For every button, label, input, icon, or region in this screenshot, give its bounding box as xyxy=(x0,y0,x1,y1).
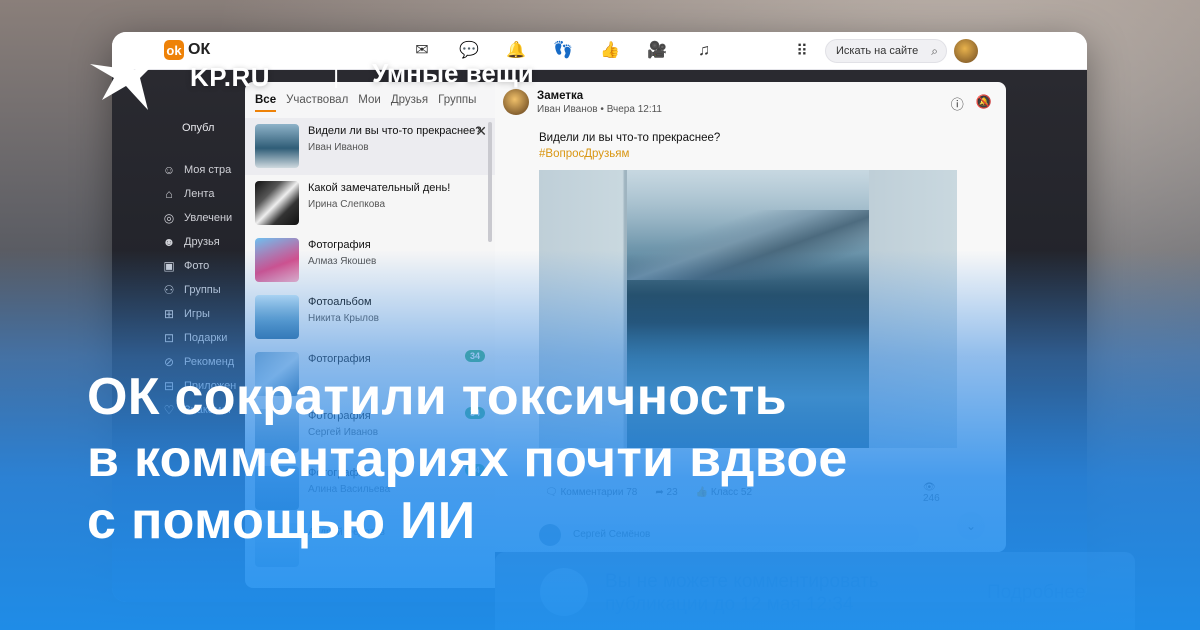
sidebar-item-friends[interactable]: ☻ Друзья xyxy=(162,230,242,254)
headline-line-2: в комментариях почти вдвое xyxy=(87,430,848,488)
notification-thumbnail xyxy=(255,124,299,168)
note-text: Видели ли вы что-то прекраснее? xyxy=(539,132,721,144)
sidebar-item-label: Фото xyxy=(184,260,210,272)
like-icon[interactable]: 👍 xyxy=(600,41,620,61)
hobby-icon: ◎ xyxy=(163,211,175,225)
comment-restriction-message: Вы не можете комментировать публикации д… xyxy=(605,571,879,615)
sidebar-item-label: Увлечени xyxy=(184,212,233,224)
sidebar-item-gifts[interactable]: ⊡ Подарки xyxy=(162,326,242,350)
search-input[interactable]: Искать на сайте ⌕ xyxy=(825,39,947,63)
note-author[interactable]: Иван Иванов xyxy=(537,104,598,115)
tab-all[interactable]: Все xyxy=(255,94,277,112)
ok-logo[interactable]: ok ОК xyxy=(164,40,210,60)
guests-icon[interactable]: 👣 xyxy=(553,41,573,61)
note-time: Вчера 12:11 xyxy=(606,104,662,115)
gift-icon: ⊡ xyxy=(163,331,175,345)
ok-logo-icon: ok xyxy=(164,40,184,60)
notification-title: Какой замечательный день! xyxy=(308,182,451,194)
notification-item[interactable]: Фотоальбом Никита Крылов xyxy=(245,289,495,346)
sidebar-item-label: Лента xyxy=(184,188,215,200)
sidebar-item-hobbies[interactable]: ◎ Увлечени xyxy=(162,206,242,230)
article-headline: ОК сократили токсичность в комментариях … xyxy=(87,366,987,552)
music-icon[interactable]: ♫ xyxy=(694,41,714,61)
count-badge: 34 xyxy=(464,350,485,362)
brand-separator: | xyxy=(333,62,340,89)
sidebar-item-label: Игры xyxy=(184,308,210,320)
notification-title: Фотография xyxy=(308,353,371,365)
headline-line-3: с помощью ИИ xyxy=(87,492,476,550)
friends-icon: ☻ xyxy=(162,235,176,249)
sidebar-item-photos[interactable]: ▣ Фото xyxy=(162,254,242,278)
note-hashtag[interactable]: #ВопросДрузьям xyxy=(539,148,629,160)
notification-thumbnail xyxy=(255,181,299,225)
user-icon: ☺ xyxy=(162,163,176,177)
note-meta: Иван Иванов • Вчера 12:11 xyxy=(537,104,662,115)
sidebar-item-label: Подарки xyxy=(184,332,228,344)
sidebar-item-groups[interactable]: ⚇ Группы xyxy=(162,278,242,302)
site-name[interactable]: KP.RU xyxy=(190,62,270,93)
notification-item[interactable]: Какой замечательный день! Ирина Слепкова xyxy=(245,175,495,232)
headline-line-1: ОК сократили токсичность xyxy=(87,368,787,426)
publish-button[interactable]: Опубл xyxy=(182,122,214,134)
tab-friends[interactable]: Друзья xyxy=(391,94,428,112)
notification-author: Алмаз Якошев xyxy=(308,256,377,267)
sidebar-item-games[interactable]: ⊞ Игры xyxy=(162,302,242,326)
camera-icon: ▣ xyxy=(163,259,175,273)
comment-restriction-box: Вы не можете комментировать публикации д… xyxy=(495,552,1135,630)
more-link[interactable]: Подробнее xyxy=(987,582,1086,604)
notification-title: Видели ли вы что-то прекраснее? xyxy=(308,125,482,137)
notification-thumbnail xyxy=(255,295,299,339)
info-icon[interactable]: ⓘ xyxy=(951,94,964,113)
notification-title: Фотоальбом xyxy=(308,296,372,308)
search-icon[interactable]: ⌕ xyxy=(931,44,938,59)
notification-title: Фотография xyxy=(308,239,371,251)
section-name[interactable]: Умные вещи xyxy=(372,58,534,89)
home-icon: ⌂ xyxy=(165,187,173,201)
tab-mine[interactable]: Мои xyxy=(358,94,381,112)
tab-participated[interactable]: Участвовал xyxy=(286,94,348,112)
sidebar-item-profile[interactable]: ☺ Моя стра xyxy=(162,158,242,182)
gamepad-icon: ⊞ xyxy=(163,307,175,321)
notification-author: Иван Иванов xyxy=(308,142,369,153)
note-title: Заметка xyxy=(537,90,584,102)
ok-logo-text: ОК xyxy=(188,41,211,58)
notification-author: Ирина Слепкова xyxy=(308,199,386,210)
notification-author: Никита Крылов xyxy=(308,313,379,324)
note-tools: ⓘ 🔕 xyxy=(951,94,992,113)
sidebar-item-feed[interactable]: ⌂ Лента xyxy=(162,182,242,206)
apps-grid-icon[interactable]: ⠿ xyxy=(792,41,812,61)
notification-thumbnail xyxy=(255,238,299,282)
meta-dot: • xyxy=(600,104,604,115)
user-avatar[interactable] xyxy=(954,39,978,63)
search-placeholder: Искать на сайте xyxy=(836,45,919,57)
groups-icon: ⚇ xyxy=(163,283,175,297)
sidebar-item-label: Группы xyxy=(184,284,221,296)
kp-swallow-logo-icon xyxy=(90,50,162,110)
close-icon[interactable]: ✕ xyxy=(475,123,487,140)
author-avatar[interactable] xyxy=(503,89,529,115)
notification-item[interactable]: Видели ли вы что-то прекраснее? Иван Иван… xyxy=(245,118,495,175)
scrollbar[interactable] xyxy=(488,122,492,242)
video-icon[interactable]: 🎥 xyxy=(647,41,667,61)
sidebar-item-label: Друзья xyxy=(184,236,220,248)
notification-item[interactable]: Фотография Алмаз Якошев xyxy=(245,232,495,289)
commenter-avatar xyxy=(540,568,588,616)
sidebar-item-label: Моя стра xyxy=(184,164,232,176)
bell-off-icon[interactable]: 🔕 xyxy=(976,94,992,113)
tab-groups[interactable]: Группы xyxy=(438,94,476,112)
